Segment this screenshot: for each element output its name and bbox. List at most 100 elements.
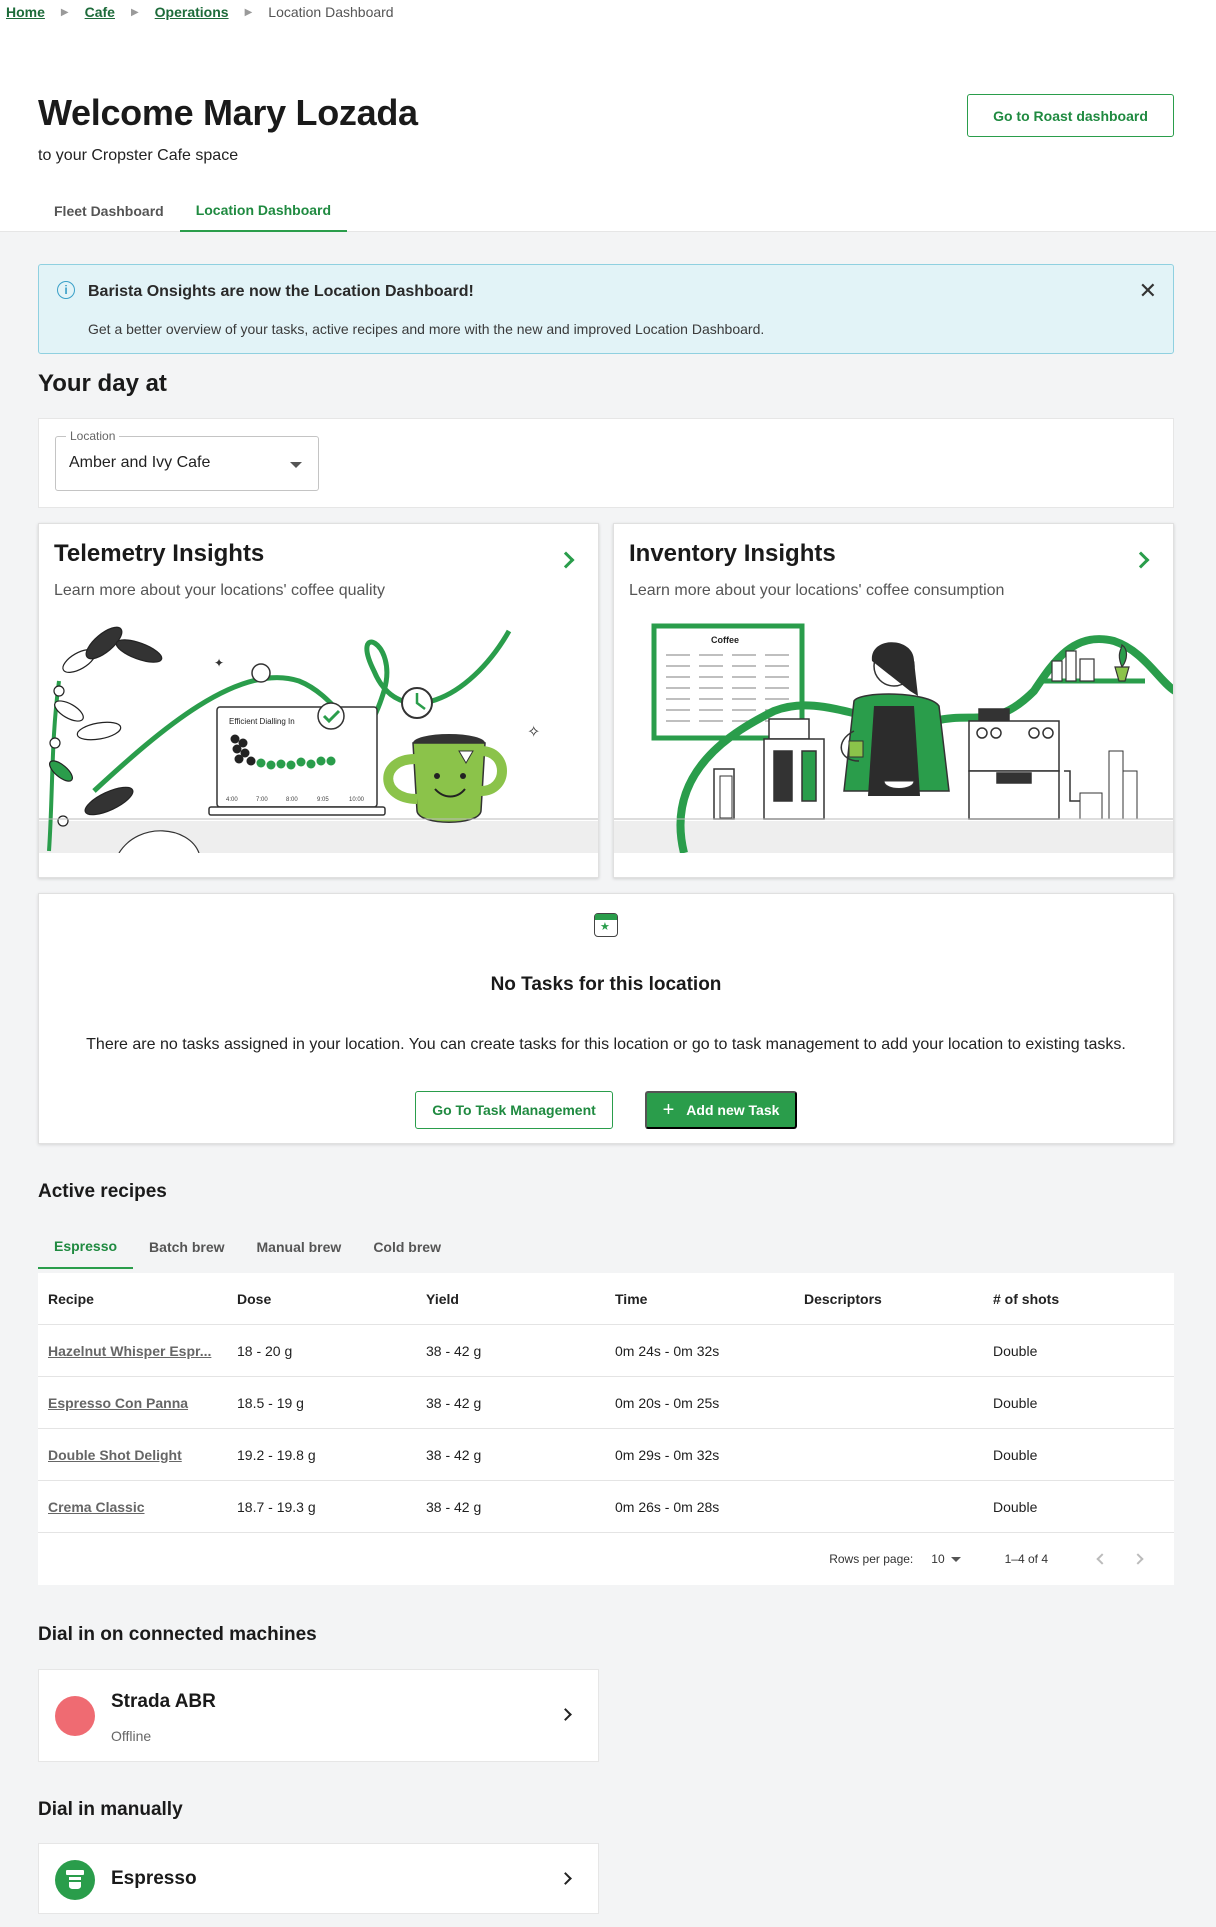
manual-espresso-label: Espresso: [111, 1868, 197, 1889]
breadcrumb-separator-icon: ▶: [60, 6, 69, 18]
recipe-link[interactable]: Espresso Con Panna: [48, 1395, 188, 1411]
column-header-time: Time: [615, 1290, 648, 1307]
sparkle-icon: ✦: [214, 656, 224, 670]
table-cell: 38 - 42 g: [426, 1342, 482, 1359]
page-subtitle: to your Cropster Cafe space: [38, 147, 239, 164]
laptop-chart-dot: [232, 744, 242, 754]
espresso-machine-icon: [55, 1860, 95, 1900]
banner-title: Barista Onsights are now the Location Da…: [88, 283, 474, 300]
tab-manual-brew[interactable]: Manual brew: [241, 1225, 358, 1269]
plus-icon: +: [662, 1098, 675, 1121]
tasks-card: No Tasks for this location There are no …: [38, 893, 1174, 1144]
inventory-insights-description: Learn more about your locations' coffee …: [629, 582, 1005, 599]
table-row: Crema Classic 18.7 - 19.3 g 38 - 42 g 0m…: [38, 1481, 1174, 1533]
inventory-illustration: Coffee: [614, 623, 1173, 853]
recipe-link[interactable]: Hazelnut Whisper Espr...: [48, 1343, 211, 1359]
chevron-right-icon: [559, 1872, 572, 1885]
breadcrumb-separator-icon: ▶: [130, 6, 139, 18]
chevron-right-icon[interactable]: [1132, 1553, 1144, 1565]
laptop-tick-label: 10:00: [349, 797, 365, 803]
caret-down-icon: [950, 1556, 961, 1562]
table-cell: 19.2 - 19.8 g: [237, 1446, 316, 1463]
laptop-chart-dot: [256, 758, 266, 768]
location-card: Location Amber and Ivy Cafe: [38, 418, 1174, 508]
pagination-range: 1–4 of 4: [1004, 1552, 1048, 1566]
section-title-connected-machines: Dial in on connected machines: [38, 1624, 317, 1645]
dashboard-tabs: Fleet Dashboard Location Dashboard: [38, 190, 348, 232]
add-new-task-button[interactable]: + Add new Task: [645, 1091, 797, 1129]
manual-espresso-card[interactable]: Espresso: [38, 1843, 599, 1914]
table-row: Espresso Con Panna 18.5 - 19 g 38 - 42 g…: [38, 1377, 1174, 1429]
column-header-descriptors: Descriptors: [804, 1290, 882, 1307]
laptop-chart-dot: [234, 754, 244, 764]
laptop-chart-dot: [286, 760, 296, 770]
caret-down-icon: [290, 462, 302, 468]
laptop-chart-dot: [316, 756, 326, 766]
info-banner: i Barista Onsights are now the Location …: [38, 264, 1174, 354]
section-title-dial-in-manually: Dial in manually: [38, 1799, 183, 1820]
laptop-tick-label: 8:00: [286, 797, 298, 803]
table-cell: 18.5 - 19 g: [237, 1394, 304, 1411]
tab-fleet-dashboard[interactable]: Fleet Dashboard: [38, 190, 180, 232]
section-title-active-recipes: Active recipes: [38, 1181, 167, 1202]
breadcrumb-separator-icon: ▶: [244, 6, 253, 18]
chevron-left-icon[interactable]: [1096, 1553, 1108, 1565]
laptop-tick-label: 4:00: [226, 797, 238, 803]
laptop-tick-label: 7:00: [256, 797, 268, 803]
table-cell: 38 - 42 g: [426, 1394, 482, 1411]
table-cell: 18 - 20 g: [237, 1342, 293, 1359]
column-header-shots: # of shots: [993, 1290, 1060, 1307]
laptop-chart-title: Efficient Dialling In: [229, 717, 295, 726]
table-row: Hazelnut Whisper Espr... 18 - 20 g 38 - …: [38, 1325, 1174, 1377]
tab-espresso[interactable]: Espresso: [38, 1225, 134, 1269]
machine-status: Offline: [111, 1728, 152, 1744]
breadcrumb-home[interactable]: Home: [6, 4, 45, 20]
recipe-link[interactable]: Double Shot Delight: [48, 1447, 182, 1463]
tasks-empty-title: No Tasks for this location: [490, 974, 722, 995]
table-cell: 38 - 42 g: [426, 1446, 482, 1463]
inventory-insights-card[interactable]: Inventory Insights Learn more about your…: [613, 523, 1174, 878]
rows-per-page-select[interactable]: 10: [931, 1552, 944, 1566]
laptop-chart-dot: [276, 759, 286, 769]
breadcrumb-cafe[interactable]: Cafe: [85, 4, 115, 20]
column-header-dose: Dose: [237, 1290, 272, 1307]
location-select-label: Location: [66, 429, 120, 443]
breadcrumb-current: Location Dashboard: [268, 4, 394, 20]
laptop-tick-label: 9:05: [317, 797, 329, 803]
close-icon[interactable]: ✕: [1139, 280, 1157, 302]
location-select[interactable]: Location Amber and Ivy Cafe: [55, 429, 319, 491]
sparkle-icon: ✧: [527, 724, 540, 741]
recipe-link[interactable]: Crema Classic: [48, 1499, 145, 1515]
machine-card-strada-abr[interactable]: Strada ABR Offline: [38, 1669, 599, 1762]
barista-illustration: [840, 642, 950, 796]
go-to-roast-dashboard-button[interactable]: Go to Roast dashboard: [967, 94, 1174, 137]
tab-cold-brew[interactable]: Cold brew: [357, 1225, 457, 1269]
laptop-chart-dot: [246, 756, 256, 766]
section-title-your-day: Your day at: [38, 370, 167, 397]
telemetry-insights-card[interactable]: Telemetry Insights Learn more about your…: [38, 523, 599, 878]
tab-location-dashboard[interactable]: Location Dashboard: [179, 190, 348, 232]
chevron-right-icon: [559, 1708, 572, 1721]
table-cell: 0m 29s - 0m 32s: [615, 1446, 720, 1463]
page-header: Home ▶ Cafe ▶ Operations ▶ Location Dash…: [0, 0, 1216, 232]
column-header-recipe: Recipe: [48, 1290, 94, 1307]
laptop-chart-dot: [296, 757, 306, 767]
table-cell: 38 - 42 g: [426, 1498, 482, 1515]
table-cell: 0m 20s - 0m 25s: [615, 1394, 720, 1411]
column-header-yield: Yield: [426, 1290, 459, 1307]
tab-batch-brew[interactable]: Batch brew: [133, 1225, 240, 1269]
breadcrumb-operations[interactable]: Operations: [155, 4, 229, 20]
recipes-table: Recipe Dose Yield Time Descriptors # of …: [38, 1273, 1174, 1585]
board-label: Coffee: [711, 635, 739, 645]
machine-name: Strada ABR: [111, 1691, 216, 1712]
table-cell: Double: [993, 1342, 1038, 1359]
go-to-task-management-button[interactable]: Go To Task Management: [415, 1091, 613, 1129]
add-new-task-label: Add new Task: [686, 1102, 780, 1118]
table-cell: Double: [993, 1498, 1038, 1515]
recipe-tabs: Espresso Batch brew Manual brew Cold bre…: [38, 1225, 457, 1269]
machine-status-indicator: [55, 1696, 95, 1736]
table-header-row: Recipe Dose Yield Time Descriptors # of …: [38, 1273, 1174, 1325]
plant-illustration: [47, 626, 163, 852]
laptop-chart-dot: [306, 759, 316, 769]
table-cell: 0m 26s - 0m 28s: [615, 1498, 720, 1515]
